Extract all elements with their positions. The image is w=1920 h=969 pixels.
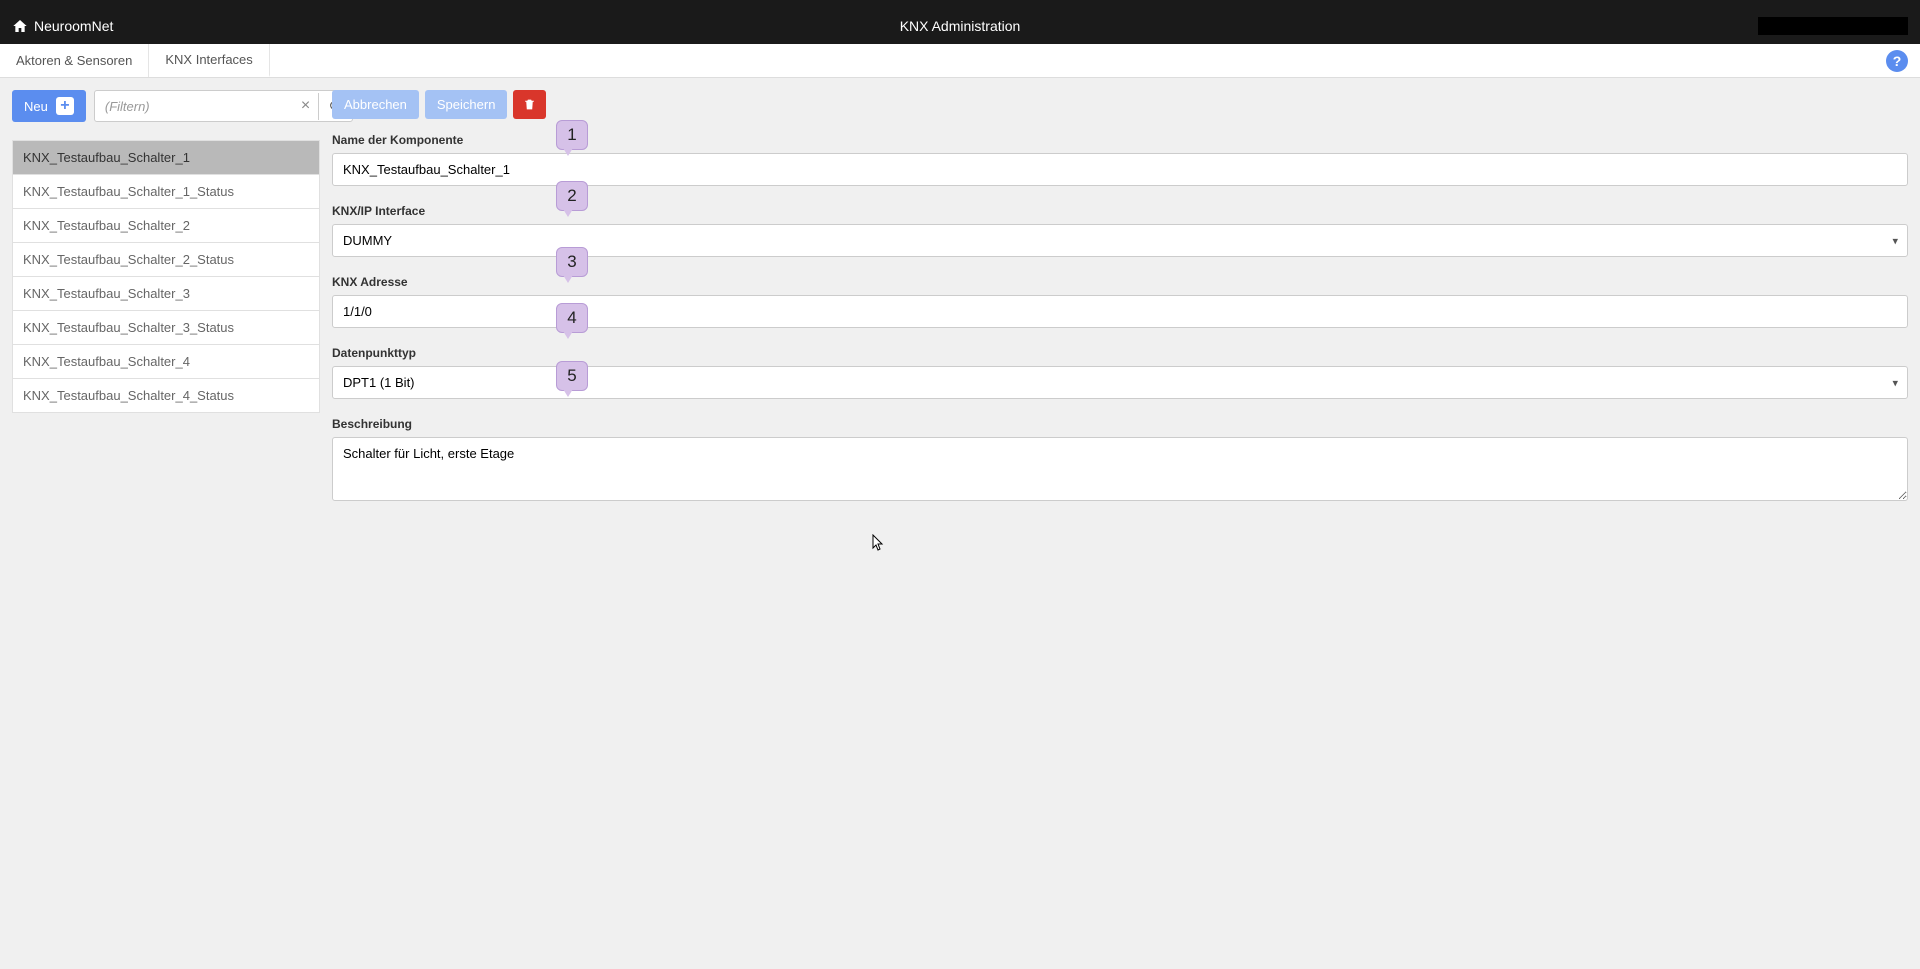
save-button[interactable]: Speichern (425, 90, 508, 119)
filter-input[interactable] (95, 92, 293, 121)
user-area-redacted (1758, 17, 1908, 35)
trash-icon (523, 98, 536, 111)
list-item[interactable]: KNX_Testaufbau_Schalter_1 (12, 140, 320, 175)
annotation-5: 5 (556, 361, 588, 391)
annotation-4: 4 (556, 303, 588, 333)
list-item[interactable]: KNX_Testaufbau_Schalter_4 (12, 344, 320, 379)
cancel-button[interactable]: Abbrechen (332, 90, 419, 119)
list-item[interactable]: KNX_Testaufbau_Schalter_3 (12, 276, 320, 311)
help-icon[interactable]: ? (1886, 50, 1908, 72)
annotation-1: 1 (556, 120, 588, 150)
list-item[interactable]: KNX_Testaufbau_Schalter_4_Status (12, 378, 320, 413)
cursor-icon (872, 534, 886, 557)
app-header: NeuroomNet KNX Administration (0, 8, 1920, 44)
tab-knx-interfaces[interactable]: KNX Interfaces (149, 44, 269, 77)
list-item[interactable]: KNX_Testaufbau_Schalter_2 (12, 208, 320, 243)
main-panel: Abbrechen Speichern Name der Komponente … (332, 90, 1908, 516)
filter-clear-icon[interactable]: × (293, 97, 318, 115)
page-title: KNX Administration (900, 18, 1021, 34)
brand[interactable]: NeuroomNet (12, 18, 113, 34)
list-item[interactable]: KNX_Testaufbau_Schalter_2_Status (12, 242, 320, 277)
tab-aktoren-sensoren[interactable]: Aktoren & Sensoren (0, 44, 149, 77)
brand-label: NeuroomNet (34, 18, 113, 34)
delete-button[interactable] (513, 90, 546, 119)
annotation-2: 2 (556, 181, 588, 211)
filter-wrap: × (94, 90, 353, 122)
annotation-3: 3 (556, 247, 588, 277)
home-icon (12, 18, 28, 34)
plus-icon: + (56, 97, 74, 115)
tab-bar: Aktoren & Sensoren KNX Interfaces ? (0, 44, 1920, 78)
component-list: KNX_Testaufbau_Schalter_1 KNX_Testaufbau… (12, 140, 320, 412)
new-button[interactable]: Neu + (12, 90, 86, 122)
list-item[interactable]: KNX_Testaufbau_Schalter_1_Status (12, 174, 320, 209)
list-item[interactable]: KNX_Testaufbau_Schalter_3_Status (12, 310, 320, 345)
dpt-label: Datenpunkttyp (332, 346, 1908, 360)
desc-textarea[interactable] (332, 437, 1908, 501)
desc-label: Beschreibung (332, 417, 1908, 431)
new-button-label: Neu (24, 99, 48, 114)
action-row: Abbrechen Speichern (332, 90, 1908, 119)
sidebar: Neu + × KNX_Testaufbau_Schalter_1 KNX_Te… (12, 90, 320, 516)
